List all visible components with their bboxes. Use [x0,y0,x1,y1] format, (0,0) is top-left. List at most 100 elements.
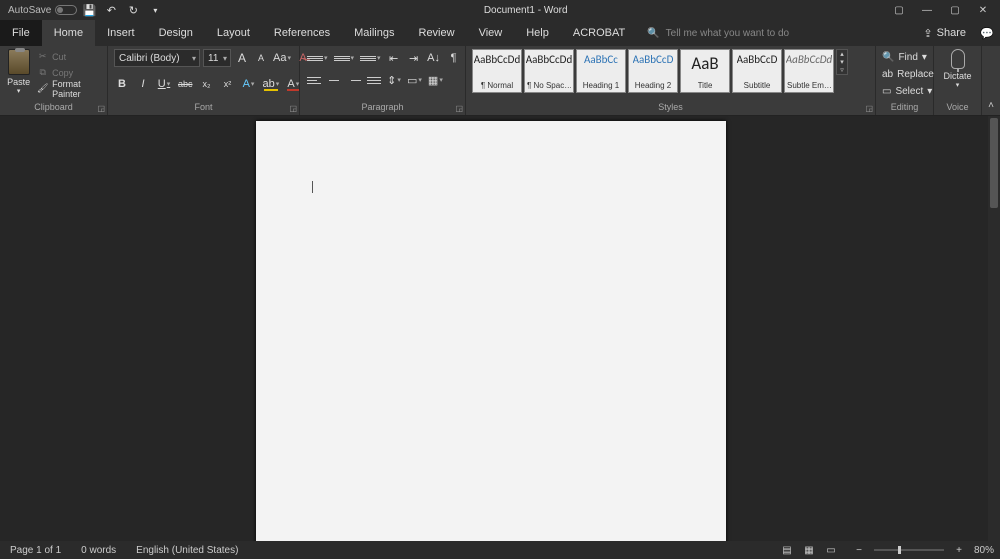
justify-button[interactable] [366,71,382,89]
font-name-combo[interactable]: Calibri (Body) [114,49,200,67]
read-mode-icon[interactable]: ▤ [776,542,798,558]
gallery-expand-icon[interactable]: ▿ [837,66,847,74]
voice-group-label: Voice [940,100,975,115]
style-item[interactable]: AaBbCcHeading 1 [576,49,626,93]
paragraph-launcher-icon[interactable]: ◲ [455,104,463,113]
highlight-button[interactable]: ab▾ [262,75,281,93]
comments-icon[interactable]: 💬 [974,20,1000,46]
ribbon-tabs: File Home Insert Design Layout Reference… [0,20,1000,46]
copy-label: Copy [52,68,73,78]
print-layout-icon[interactable]: ▦ [798,542,820,558]
style-preview: AaBbCcD [737,53,778,66]
qat-more-icon[interactable]: ▾ [145,1,165,19]
language-indicator[interactable]: English (United States) [126,545,248,556]
text-cursor [312,181,313,193]
tell-me-search[interactable]: 🔍 Tell me what you want to do [647,20,789,46]
format-painter-button[interactable]: 🖌 Format Painter [35,81,101,96]
tab-home[interactable]: Home [42,20,95,46]
sort-button[interactable]: A↓ [426,49,442,67]
text-effects-button[interactable]: A▾ [241,75,257,93]
minimize-icon[interactable]: — [914,1,940,19]
share-button[interactable]: ⇪ Share [915,20,974,46]
line-spacing-button[interactable]: ⇕▾ [386,71,402,89]
style-item[interactable]: AaBbCcDHeading 2 [628,49,678,93]
multilevel-button[interactable]: ▾ [359,49,382,67]
paste-button[interactable]: Paste ▾ [6,49,31,95]
strikethrough-button[interactable]: abc [177,75,194,93]
style-item[interactable]: AaBbCcDd¶ No Spac… [524,49,574,93]
tab-layout[interactable]: Layout [205,20,262,46]
gallery-down-icon[interactable]: ▾ [837,58,847,66]
autosave-toggle[interactable]: AutoSave [8,5,77,16]
font-size-combo[interactable]: 11 [203,49,231,67]
change-case-button[interactable]: Aa▾ [272,49,292,67]
scrollbar-thumb[interactable] [990,118,998,208]
autosave-label: AutoSave [8,5,51,16]
vertical-scrollbar[interactable] [988,116,1000,541]
tab-insert[interactable]: Insert [95,20,147,46]
word-count[interactable]: 0 words [71,545,126,556]
superscript-button[interactable]: x² [220,75,236,93]
replace-button[interactable]: abReplace [882,66,934,82]
maximize-icon[interactable]: ▢ [942,1,968,19]
zoom-slider-thumb[interactable] [898,546,901,554]
styles-gallery-more[interactable]: ▴▾▿ [836,49,848,75]
increase-indent-button[interactable]: ⇥ [406,49,422,67]
style-item[interactable]: AaBbCcDdSubtle Em… [784,49,834,93]
page-indicator[interactable]: Page 1 of 1 [0,545,71,556]
tab-design[interactable]: Design [147,20,205,46]
tab-acrobat[interactable]: ACROBAT [561,20,637,46]
collapse-ribbon-icon[interactable]: ˄ [982,46,1000,115]
style-item[interactable]: AaBTitle [680,49,730,93]
close-icon[interactable]: ✕ [970,1,996,19]
subscript-button[interactable]: x₂ [199,75,215,93]
zoom-level[interactable]: 80% [974,545,994,556]
borders-button[interactable]: ▦▾ [427,71,444,89]
numbering-button[interactable]: ▾ [333,49,356,67]
tab-review[interactable]: Review [407,20,467,46]
styles-launcher-icon[interactable]: ◲ [865,104,873,113]
select-button[interactable]: ▭Select▾ [882,83,932,99]
undo-icon[interactable]: ↶ [101,1,121,19]
style-item[interactable]: AaBbCcDSubtitle [732,49,782,93]
style-name: Heading 1 [583,81,619,90]
zoom-slider[interactable] [874,549,944,551]
web-layout-icon[interactable]: ▭ [820,542,842,558]
autosave-pill [55,5,77,15]
clipboard-launcher-icon[interactable]: ◲ [97,104,105,113]
dictate-button[interactable]: Dictate ▾ [941,49,975,89]
document-page[interactable] [256,121,726,541]
ribbon-options-icon[interactable]: ▢ [886,1,912,19]
tab-view[interactable]: View [467,20,515,46]
align-right-button[interactable] [346,71,362,89]
style-item[interactable]: AaBbCcDd¶ Normal [472,49,522,93]
redo-icon[interactable]: ↻ [123,1,143,19]
save-icon[interactable]: 💾 [79,1,99,19]
font-group-label: Font [114,100,293,115]
document-area[interactable] [0,116,988,541]
increase-font-button[interactable]: A [234,49,250,67]
title-bar: AutoSave 💾 ↶ ↻ ▾ Document1 - Word ▢ — ▢ … [0,0,1000,20]
decrease-font-button[interactable]: A [253,49,269,67]
style-preview: AaBbCcDd [474,53,520,66]
find-button[interactable]: 🔍Find▾ [882,49,927,65]
zoom-in-button[interactable]: + [948,542,970,558]
font-launcher-icon[interactable]: ◲ [289,104,297,113]
gallery-up-icon[interactable]: ▴ [837,50,847,58]
bullets-button[interactable]: ▾ [306,49,329,67]
tab-mailings[interactable]: Mailings [342,20,406,46]
zoom-out-button[interactable]: − [848,542,870,558]
underline-button[interactable]: U▾ [156,75,172,93]
font-color-button[interactable]: A▾ [285,75,301,93]
decrease-indent-button[interactable]: ⇤ [386,49,402,67]
show-marks-button[interactable]: ¶ [446,49,462,67]
italic-button[interactable]: I [135,75,151,93]
shading-button[interactable]: ▭▾ [406,71,423,89]
tab-help[interactable]: Help [514,20,561,46]
tab-file[interactable]: File [0,20,42,46]
bold-button[interactable]: B [114,75,130,93]
editing-group-label: Editing [882,100,927,115]
align-left-button[interactable] [306,71,322,89]
tab-references[interactable]: References [262,20,342,46]
align-center-button[interactable] [326,71,342,89]
